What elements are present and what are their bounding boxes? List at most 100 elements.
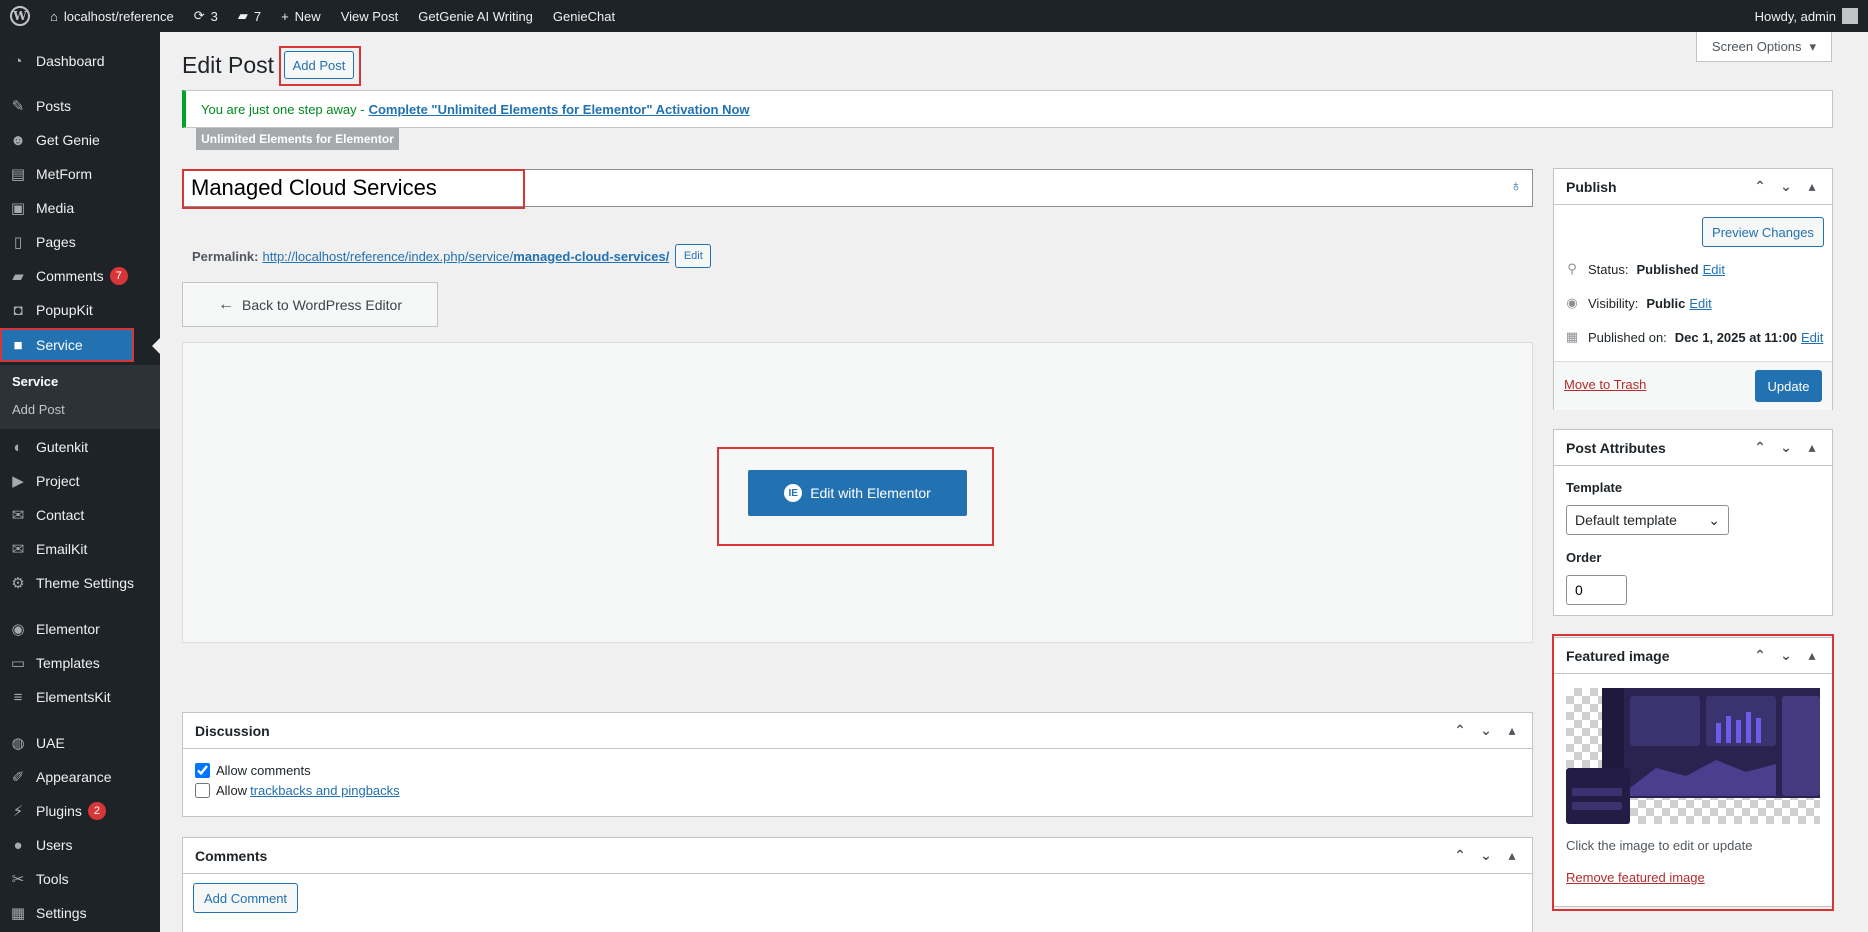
status-edit-link[interactable]: Edit (1703, 262, 1725, 277)
chevron-down-icon[interactable]: ⌄ (1778, 647, 1794, 664)
submenu-item-service[interactable]: Service (12, 374, 58, 389)
update-button[interactable]: Update (1755, 370, 1822, 402)
collapse-triangle-icon[interactable]: ▴ (1504, 847, 1520, 864)
account-menu[interactable]: Howdy, admin (1745, 0, 1868, 32)
elementor-icon: ◉ (11, 621, 25, 638)
new-content-link[interactable]: + New (271, 0, 331, 32)
chevron-down-icon[interactable]: ⌄ (1778, 439, 1794, 456)
chevron-up-icon[interactable]: ⌃ (1452, 722, 1468, 739)
brush-icon: ✐ (11, 769, 25, 786)
chevron-up-icon[interactable]: ⌃ (1752, 439, 1768, 456)
updates-link[interactable]: ⟳ 3 (184, 0, 228, 32)
collapse-triangle-icon[interactable]: ▴ (1504, 722, 1520, 739)
chevron-down-icon[interactable]: ⌄ (1778, 178, 1794, 195)
sidebar-item-uae[interactable]: ◍ UAE (0, 726, 160, 760)
sidebar-item-posts[interactable]: ✎ Posts (0, 89, 160, 123)
sidebar-item-label: Dashboard (36, 53, 105, 69)
screen-options-button[interactable]: Screen Options ▾ (1696, 32, 1832, 62)
genie-assistant-icon[interactable]: ♁ (1510, 178, 1522, 196)
permalink-edit-button[interactable]: Edit (675, 244, 712, 268)
sidebar-item-emailkit[interactable]: ✉ EmailKit (0, 532, 160, 566)
remove-featured-image-link[interactable]: Remove featured image (1566, 870, 1705, 885)
view-post-link[interactable]: View Post (331, 0, 409, 32)
sidebar-item-label: Tools (36, 871, 69, 887)
template-select[interactable]: Default template ⌄ (1566, 505, 1729, 535)
sidebar-item-dashboard[interactable]: ◔ Dashboard (0, 44, 160, 78)
elementor-icon: IE (784, 484, 803, 502)
status-row: ⚲ Status: Published Edit (1564, 261, 1725, 277)
featured-image-hint: Click the image to edit or update (1566, 838, 1753, 853)
date-edit-link[interactable]: Edit (1801, 330, 1823, 345)
plugin-tag: Unlimited Elements for Elementor (196, 128, 399, 150)
trackbacks-link[interactable]: trackbacks and pingbacks (250, 783, 400, 798)
activation-link[interactable]: Complete "Unlimited Elements for Element… (369, 102, 750, 117)
sidebar-item-label: Settings (36, 905, 87, 921)
chevron-down-icon[interactable]: ⌄ (1478, 722, 1494, 739)
sidebar-item-metform[interactable]: ▤ MetForm (0, 157, 160, 191)
sidebar-item-label: Posts (36, 98, 72, 114)
sidebar-item-templates[interactable]: ▭ Templates (0, 646, 160, 680)
count-badge: 7 (109, 267, 128, 285)
sidebar-item-label: PopupKit (36, 302, 93, 318)
sidebar-item-comments[interactable]: ▰ Comments 7 (0, 259, 160, 293)
sidebar-item-elementor[interactable]: ◉ Elementor (0, 612, 160, 646)
collapse-triangle-icon[interactable]: ▴ (1804, 439, 1820, 456)
genie-writing-link[interactable]: GetGenie AI Writing (408, 0, 543, 32)
preview-changes-button[interactable]: Preview Changes (1702, 217, 1824, 247)
permalink-link[interactable]: http://localhost/reference/index.php/ser… (262, 249, 669, 264)
pages-icon: ▯ (13, 234, 23, 251)
sidebar-item-media[interactable]: ▣ Media (0, 191, 160, 225)
dashboard-preview-image (1566, 688, 1820, 824)
collapse-triangle-icon[interactable]: ▴ (1804, 178, 1820, 195)
sidebar-item-service[interactable]: ■ Service (0, 328, 134, 362)
allow-comments-checkbox[interactable] (195, 763, 210, 778)
order-label: Order (1566, 550, 1602, 565)
site-name-link[interactable]: ⌂ localhost/reference (40, 0, 184, 32)
count-badge: 2 (87, 802, 106, 820)
move-to-trash-link[interactable]: Move to Trash (1564, 377, 1646, 392)
genie-chat-link[interactable]: GenieChat (543, 0, 625, 32)
sidebar-item-popupkit[interactable]: ◘ PopupKit (0, 293, 160, 327)
featured-image-thumbnail[interactable] (1566, 688, 1820, 824)
sidebar-item-tools[interactable]: ✂ Tools (0, 862, 160, 896)
featured-image-title: Featured image (1566, 647, 1670, 664)
sidebar-item-label: Comments (36, 268, 104, 284)
chevron-down-icon[interactable]: ⌄ (1478, 847, 1494, 864)
sidebar-item-project[interactable]: ▶ Project (0, 464, 160, 498)
sidebar-item-get-genie[interactable]: ☻ Get Genie (0, 123, 160, 157)
comments-link[interactable]: ▰ 7 (228, 0, 271, 32)
sidebar-item-contact[interactable]: ✉ Contact (0, 498, 160, 532)
collapse-triangle-icon[interactable]: ▴ (1804, 647, 1820, 664)
sidebar-item-settings[interactable]: ▦ Settings (0, 896, 160, 930)
submenu-item-add-post[interactable]: Add Post (12, 402, 65, 417)
sidebar-item-pages[interactable]: ▯ Pages (0, 225, 160, 259)
sidebar-item-appearance[interactable]: ✐ Appearance (0, 760, 160, 794)
add-comment-button[interactable]: Add Comment (193, 883, 298, 913)
back-to-wp-editor-button[interactable]: ← Back to WordPress Editor (182, 282, 438, 327)
chevron-up-icon[interactable]: ⌃ (1452, 847, 1468, 864)
wp-logo-menu[interactable]: W (0, 0, 40, 32)
uae-icon: ◍ (11, 735, 25, 752)
publish-header: Publish ⌃ ⌄ ▴ (1554, 169, 1832, 205)
chevron-up-icon[interactable]: ⌃ (1752, 647, 1768, 664)
media-icon: ▣ (10, 200, 26, 217)
post-title-input[interactable] (183, 170, 1483, 206)
edit-with-elementor-button[interactable]: IE Edit with Elementor (748, 470, 967, 516)
comments-header: Comments ⌃ ⌄ ▴ (183, 838, 1532, 874)
chevron-up-icon[interactable]: ⌃ (1752, 178, 1768, 195)
admin-bar: W ⌂ localhost/reference ⟳ 3 ▰ 7 + New View P… (0, 0, 1868, 32)
visibility-edit-link[interactable]: Edit (1689, 296, 1711, 311)
service-submenu: Service Add Post (0, 365, 160, 429)
sidebar-item-label: Gutenkit (36, 439, 89, 455)
template-label: Template (1566, 480, 1623, 495)
add-post-button[interactable]: Add Post (284, 51, 354, 79)
sidebar-item-users[interactable]: ● Users (0, 828, 160, 862)
sidebar-item-gutenkit[interactable]: ◐ Gutenkit (0, 430, 160, 464)
allow-trackbacks-checkbox[interactable] (195, 783, 210, 798)
published-on-row: ▦ Published on: Dec 1, 2025 at 11:00 Edit (1565, 329, 1824, 345)
sidebar-item-plugins[interactable]: ⚡ Plugins 2 (0, 794, 160, 828)
sidebar-item-label: Users (36, 837, 73, 853)
sidebar-item-theme-settings[interactable]: ⚙ Theme Settings (0, 566, 160, 600)
sidebar-item-elementskit[interactable]: ≡ ElementsKit (0, 680, 160, 714)
order-input[interactable] (1566, 575, 1627, 605)
